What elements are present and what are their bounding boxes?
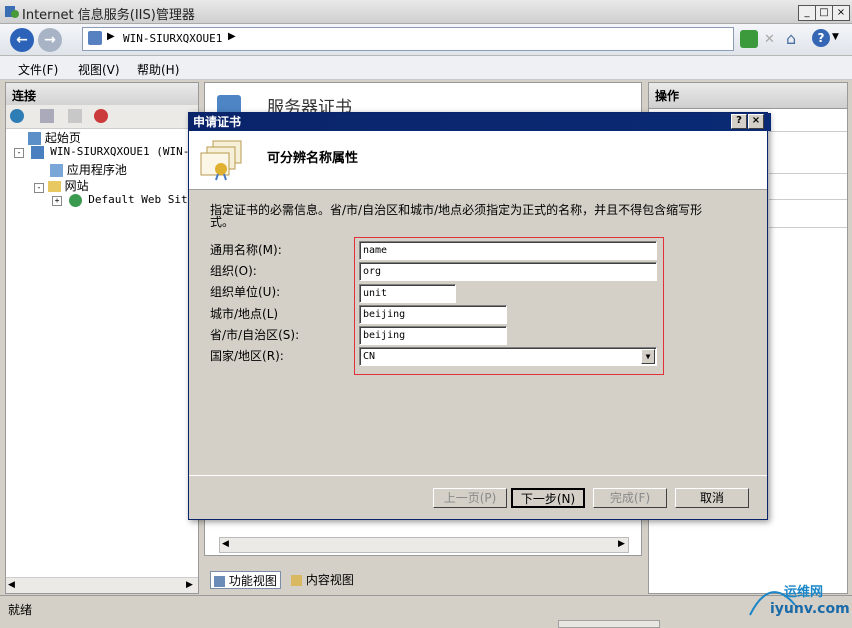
maximize-button[interactable]: □: [815, 5, 833, 21]
address-path: WIN-SIURXQXOUE1: [123, 32, 223, 45]
window-title: Internet 信息服务(IIS)管理器: [22, 8, 195, 23]
up-icon[interactable]: [68, 109, 82, 123]
status-bar: 就绪: [0, 595, 852, 628]
help-dropdown-icon[interactable]: ▼: [832, 32, 839, 42]
tree-default-site[interactable]: + Default Web Site: [52, 193, 194, 207]
actions-divider: [769, 173, 847, 174]
refresh-icon[interactable]: [740, 30, 758, 48]
finish-button[interactable]: 完成(F): [593, 488, 667, 508]
org-unit-label: 组织单位(U):: [210, 285, 281, 299]
iis-app-icon: [4, 4, 19, 19]
tree-sites[interactable]: - 网站: [34, 177, 89, 194]
dialog-title: 申请证书: [193, 115, 242, 129]
watermark-logo: 运维网 iyunv.com: [740, 575, 850, 625]
horizontal-scrollbar[interactable]: ◀ ▶: [6, 577, 198, 593]
connections-panel: 连接 起始页 - WIN-SIURXQXOUE1 (WIN-SI 应用程序池 -…: [5, 82, 203, 594]
prev-button[interactable]: 上一页(P): [433, 488, 507, 508]
actions-header: 操作: [649, 83, 847, 109]
tab-content-view[interactable]: 内容视图: [288, 571, 357, 589]
actions-divider: [769, 227, 847, 228]
globe-icon: [68, 193, 82, 207]
state-label: 省/市/自治区(S):: [210, 328, 300, 342]
organization-input[interactable]: org: [359, 262, 657, 281]
tab-feature-view[interactable]: 功能视图: [210, 571, 281, 589]
chevron-right-icon: ▶: [228, 31, 236, 42]
request-certificate-dialog: 申请证书 ? × 可分辨名称属性 指定证书的必需信息。省/市/自治区和城市/地点…: [188, 112, 771, 520]
certificate-icon: [199, 139, 245, 181]
common-name-label: 通用名称(M):: [210, 243, 282, 257]
stop-icon[interactable]: ✕: [764, 32, 778, 47]
folder-icon: [47, 181, 61, 192]
status-text: 就绪: [8, 603, 33, 617]
dialog-close-button[interactable]: ×: [748, 114, 764, 129]
collapse-icon[interactable]: -: [34, 183, 44, 193]
city-label: 城市/地点(L): [210, 307, 279, 321]
dialog-help-button[interactable]: ?: [731, 114, 747, 129]
expand-icon[interactable]: +: [52, 196, 62, 206]
scroll-left-icon[interactable]: ◀: [222, 539, 229, 549]
menu-file[interactable]: 文件(F): [18, 61, 58, 78]
country-select[interactable]: CN ▼: [359, 347, 657, 366]
save-icon[interactable]: [40, 109, 54, 123]
content-scrollbar[interactable]: ◀ ▶: [219, 537, 629, 553]
state-input[interactable]: beijing: [359, 326, 507, 345]
organization-label: 组织(O):: [210, 264, 257, 278]
close-button[interactable]: ×: [832, 5, 850, 21]
help-icon[interactable]: ?: [812, 29, 830, 47]
collapse-icon[interactable]: -: [14, 148, 24, 158]
tree-server[interactable]: - WIN-SIURXQXOUE1 (WIN-SI: [14, 145, 203, 159]
server-icon: [88, 31, 102, 45]
actions-divider: [769, 199, 847, 200]
country-select-value: CN: [363, 351, 376, 362]
dropdown-arrow-icon[interactable]: ▼: [641, 349, 655, 364]
scroll-right-icon[interactable]: ▶: [186, 580, 193, 590]
forward-icon[interactable]: →: [38, 28, 62, 52]
next-button[interactable]: 下一步(N): [511, 488, 585, 508]
window-titlebar: Internet 信息服务(IIS)管理器 _ □ ×: [0, 0, 852, 24]
menu-help[interactable]: 帮助(H): [137, 61, 179, 78]
menu-bar: 文件(F) 视图(V) 帮助(H): [0, 56, 852, 80]
actions-divider: [769, 131, 847, 132]
feature-view-icon: [214, 576, 225, 587]
common-name-input[interactable]: name: [359, 241, 657, 260]
address-bar[interactable]: ▶ WIN-SIURXQXOUE1 ▶: [82, 27, 734, 51]
country-label: 国家/地区(R):: [210, 349, 284, 363]
home-icon[interactable]: ⌂: [786, 29, 804, 48]
minimize-button[interactable]: _: [798, 5, 816, 21]
disconnect-icon[interactable]: [94, 109, 108, 123]
scroll-right-icon[interactable]: ▶: [618, 539, 625, 549]
back-icon[interactable]: ←: [10, 28, 34, 52]
cancel-button[interactable]: 取消: [675, 488, 749, 508]
city-input[interactable]: beijing: [359, 305, 507, 324]
chevron-right-icon: ▶: [107, 31, 115, 42]
server-icon: [30, 145, 44, 159]
dialog-header: 可分辨名称属性: [189, 131, 767, 190]
tree-start-page[interactable]: 起始页: [28, 129, 81, 146]
app-pool-icon: [50, 164, 63, 177]
dialog-titlebar: 申请证书 ? ×: [189, 113, 771, 131]
connect-icon[interactable]: [10, 109, 24, 123]
content-view-icon: [291, 575, 302, 586]
start-page-icon: [28, 132, 41, 145]
watermark-url: iyunv.com: [770, 601, 850, 617]
org-unit-input[interactable]: unit: [359, 284, 456, 303]
scroll-left-icon[interactable]: ◀: [8, 580, 15, 590]
status-section: [558, 620, 660, 628]
dialog-header-title: 可分辨名称属性: [267, 151, 359, 166]
menu-view[interactable]: 视图(V): [78, 61, 120, 78]
watermark-text: 运维网: [784, 585, 824, 600]
connections-toolbar: [6, 105, 198, 129]
dialog-instructions: 指定证书的必需信息。省/市/自治区和城市/地点必须指定为正式的名称，并且不得包含…: [210, 203, 703, 229]
tree-app-pools[interactable]: 应用程序池: [50, 161, 127, 178]
